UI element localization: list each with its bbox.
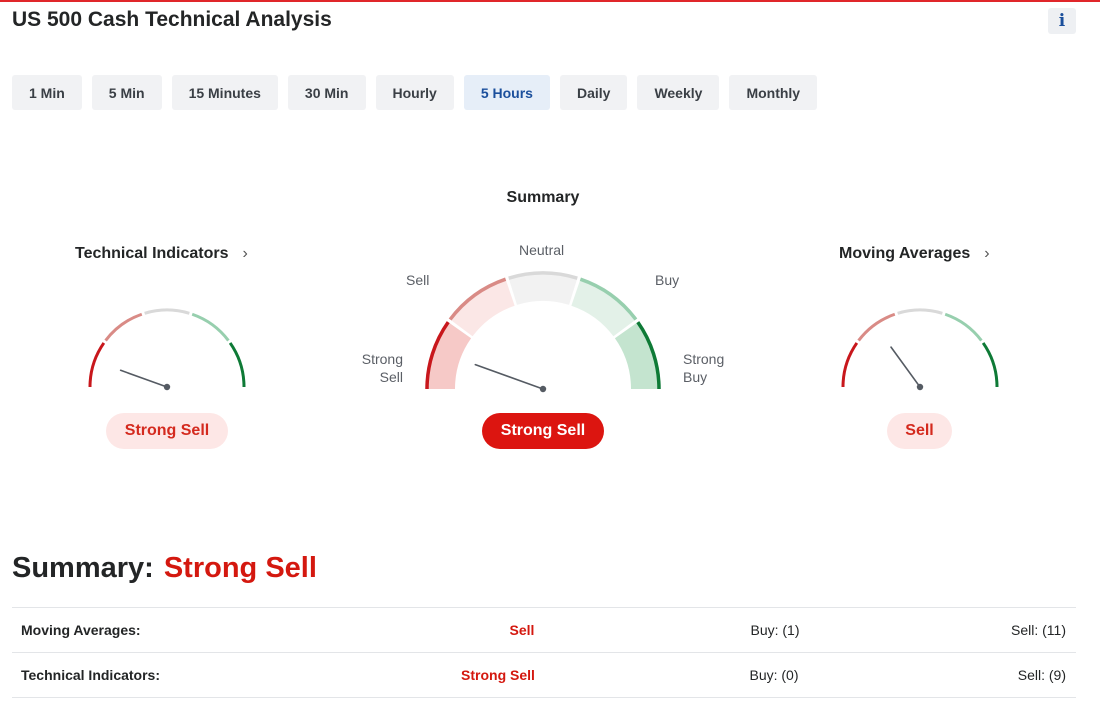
row-sell-count: Sell: (11) [1011,622,1066,638]
tab-hourly[interactable]: Hourly [375,75,454,110]
gauge-label-neutral: Neutral [519,242,565,258]
moving-averages-label: Moving Averages [839,245,971,262]
summary-verdict-badge: Strong Sell [482,413,604,449]
table-row: Moving Averages: Sell Buy: (1) Sell: (11… [12,607,1076,652]
gauge-label-strong-buy: Strong Buy [683,351,725,385]
summary-heading-label: Summary: [12,552,154,584]
gauge-segment-strong-buy [981,342,999,388]
technical-indicators-label: Technical Indicators [75,245,229,262]
summary-heading: Summary: Strong Sell [12,552,317,585]
timeframe-tabs: 1 Min 5 Min 15 Minutes 30 Min Hourly 5 H… [12,75,827,110]
row-buy-count: Buy: (1) [750,622,800,638]
tab-1-min[interactable]: 1 Min [12,75,82,110]
gauge-segment-strong-sell [88,342,106,388]
gauge-needle-hub [916,383,924,391]
gauge-label-buy: Buy [655,272,680,288]
gauge-needle [119,369,168,388]
row-verdict: Strong Sell [461,667,535,683]
table-row: Technical Indicators: Strong Sell Buy: (… [12,652,1076,698]
gauge-segment-strong-buy [228,342,246,388]
tab-15-minutes[interactable]: 15 Minutes [171,75,278,110]
moving-averages-title[interactable]: Moving Averages › [839,245,990,263]
chevron-right-icon[interactable]: › [984,245,989,263]
gauge-label-sell: Sell [406,272,430,288]
row-buy-count: Buy: (0) [749,667,799,683]
chevron-right-icon[interactable]: › [243,245,248,263]
gauge-segment-neutral [897,308,943,315]
gauge-segment-buy [191,312,230,342]
summary-heading-verdict: Strong Sell [163,552,317,584]
gauge-needle-hub [163,383,171,391]
row-label: Technical Indicators: [21,667,160,683]
gauge-segment-neutral [144,308,190,315]
gauge-needle [890,346,921,388]
technical-indicators-verdict-badge: Strong Sell [106,413,228,449]
moving-averages-verdict-badge: Sell [887,413,952,449]
row-sell-count: Sell: (9) [1017,667,1066,683]
technical-indicators-title[interactable]: Technical Indicators › [75,245,248,263]
summary-gauge-title: Summary [506,189,580,206]
tab-monthly[interactable]: Monthly [729,75,818,110]
gauge-segment-buy [944,312,983,342]
tab-5-min[interactable]: 5 Min [91,75,162,110]
gauge-label-strong-sell: Strong Sell [361,351,403,385]
top-accent-line [0,0,1100,2]
gauge-needle [474,363,544,390]
moving-averages-gauge [841,308,999,391]
info-icon[interactable]: i [1048,8,1076,34]
gauge-band-strong-sell [427,322,472,389]
row-label: Moving Averages: [21,622,141,638]
tab-daily[interactable]: Daily [559,75,628,110]
gauge-band-strong-buy [614,322,659,389]
tab-5-hours[interactable]: 5 Hours [463,75,550,110]
tab-30-min[interactable]: 30 Min [287,75,366,110]
gauge-band-neutral [508,273,578,305]
tab-weekly[interactable]: Weekly [637,75,720,110]
gauge-segment-sell [104,312,143,342]
row-verdict: Sell [509,622,535,638]
gauge-needle-hub [539,385,547,393]
gauge-segment-strong-sell [841,342,859,388]
summary-table: Moving Averages: Sell Buy: (1) Sell: (11… [12,607,1076,698]
page-title: US 500 Cash Technical Analysis [12,8,332,31]
gauge-segment-sell [857,312,896,342]
